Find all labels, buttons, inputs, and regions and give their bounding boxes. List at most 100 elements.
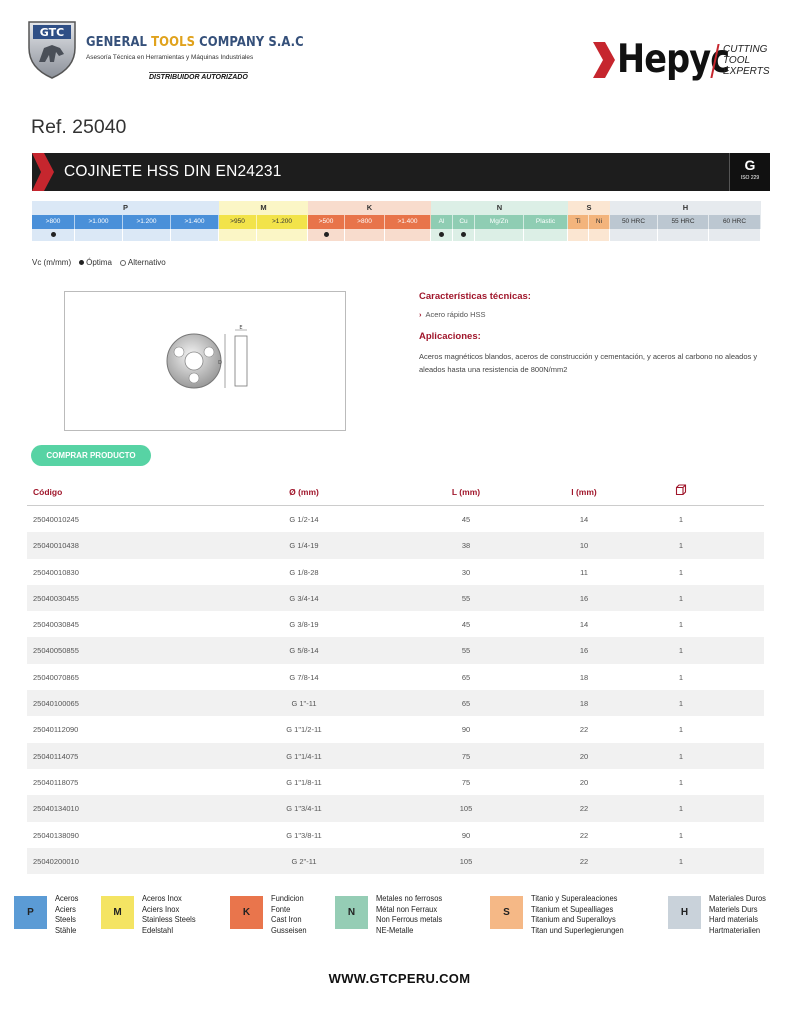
- legend-text: Metales no ferrosos Métal non Ferraux Non …: [376, 894, 442, 936]
- legend-line: Materiels Durs: [709, 904, 758, 914]
- legend-line: NE-Metalle: [376, 925, 414, 935]
- legend-text: Aceros Aciers Steels Stähle: [55, 894, 78, 936]
- cell-length: 38: [461, 541, 471, 551]
- table-row[interactable]: 25040138090 G 1"3/8-11 90 22 1: [27, 822, 764, 848]
- material-rating-s-1: [589, 229, 610, 241]
- brand-logo: Hepyc CUTTING TOOL EXPERTS: [593, 38, 778, 84]
- specs-title: Características técnicas:: [419, 291, 531, 302]
- material-rating-h-0: [610, 229, 658, 241]
- material-rating-n-1: [453, 229, 475, 241]
- cell-code: 25040030845: [33, 620, 79, 630]
- legend-line: Hartmaterialien: [709, 925, 761, 935]
- material-rating-k-1: [345, 229, 385, 241]
- cell-code: 25040138090: [33, 830, 79, 840]
- material-rating-k-2: [385, 229, 431, 241]
- cell-diameter: G 1"1/4-11: [286, 751, 322, 761]
- legend-swatch: S: [490, 896, 523, 929]
- cell-code: 25040100065: [33, 699, 79, 709]
- material-group-k: K: [308, 201, 431, 215]
- legend-line: Edelstahl: [142, 925, 173, 935]
- legend-text: Materiales Duros Materiels Durs Hard mater…: [709, 894, 766, 936]
- material-sub-p-1: >1.000: [75, 215, 123, 229]
- legend-line: Materiales Duros: [709, 894, 766, 903]
- cell-package: 1: [678, 856, 684, 866]
- cell-code: 25040010245: [33, 515, 79, 524]
- material-legend: P Aceros Aciers Steels Stähle M Aceros Inox Aci…: [0, 893, 799, 943]
- legend-line: Fonte: [271, 904, 291, 914]
- cell-code: 25040010830: [33, 567, 79, 577]
- product-title-bar: COJINETE HSS DIN EN24231 G ISO 229: [32, 153, 770, 191]
- cell-package: 1: [678, 830, 684, 840]
- cell-length: 65: [461, 672, 471, 682]
- cell-length: 105: [459, 804, 473, 814]
- legend-line: Cast Iron: [271, 915, 302, 924]
- table-row[interactable]: 25040030845 G 3/8-19 45 14 1: [27, 611, 764, 637]
- table-row[interactable]: 25040010830 G 1/8-28 30 11 1: [27, 559, 764, 585]
- table-row[interactable]: 25040010245 G 1/2-14 45 14 1: [27, 506, 764, 532]
- alternative-circle-icon: [119, 259, 126, 266]
- company-subtitle: Asesoría Técnica en Herramientas y Máqui…: [86, 54, 254, 61]
- cell-diameter: G 1"-11: [291, 699, 317, 709]
- cell-diameter: G 1/8-28: [289, 567, 319, 577]
- table-row[interactable]: 25040200010 G 2"-11 105 22 1: [27, 847, 764, 875]
- legend-swatch: H: [668, 896, 701, 929]
- cell-diameter: G 1/2-14: [289, 515, 319, 524]
- cell-diameter: G 1"1/2-11: [286, 725, 322, 735]
- material-rating-p-0: [32, 229, 75, 241]
- material-rating-p-2: [123, 229, 171, 241]
- cell-length: 75: [461, 777, 471, 787]
- material-sub-s-1: Ni: [589, 215, 610, 229]
- material-rating-m-0: [219, 229, 257, 241]
- legend-swatch: M: [101, 896, 134, 929]
- company-logo: GTC GENERAL TOOLS COMPANY S.A.C Asesoría…: [22, 18, 304, 86]
- table-row[interactable]: 25040050855 G 5/8-14 55 16 1: [27, 637, 764, 664]
- cell-diameter: G 7/8-14: [289, 672, 319, 682]
- cell-code: 25040118075: [33, 777, 79, 787]
- applications-title: Aplicaciones:: [419, 331, 481, 342]
- product-reference: Ref. 25040: [31, 116, 127, 138]
- cell-package: 1: [678, 620, 684, 630]
- table-row[interactable]: 25040134010 G 1"3/4-11 105 22 1: [27, 795, 764, 822]
- legend-line: Aceros: [55, 894, 79, 903]
- cell-package: 1: [678, 699, 684, 709]
- table-row[interactable]: 25040112090 G 1"1/2-11 90 22 1: [27, 716, 764, 742]
- table-row[interactable]: 25040114075 G 1"1/4-11 75 20 1: [27, 742, 764, 769]
- material-sub-p-0: >800: [32, 215, 75, 229]
- header-diameter: Ø (mm): [289, 487, 319, 497]
- legend-text: Titanio y Superaleaciones Titanium et Sup…: [531, 894, 624, 936]
- material-rating-p-1: [75, 229, 123, 241]
- legend-line: Métal non Ferraux: [376, 904, 438, 914]
- red-chevron-icon: [32, 153, 54, 191]
- website-url[interactable]: WWW.GTCPERU.COM: [0, 971, 799, 986]
- table-row[interactable]: 25040070865 G 7/8-14 65 18 1: [27, 664, 764, 690]
- legend-swatch: K: [230, 896, 263, 929]
- table-row[interactable]: 25040100065 G 1"-11 65 18 1: [27, 690, 764, 717]
- legend-text: Fundicion Fonte Cast Iron Gusseisen: [271, 894, 307, 936]
- cell-code: 25040134010: [33, 804, 79, 814]
- material-sub-n-3: Plastic: [524, 215, 568, 229]
- cell-length: 90: [461, 830, 471, 840]
- legend-line: Metales no ferrosos: [376, 894, 443, 903]
- cell-length: 75: [461, 751, 471, 761]
- table-row[interactable]: 25040118075 G 1"1/8-11 75 20 1: [27, 769, 764, 795]
- cell-package: 1: [678, 751, 684, 761]
- material-sub-h-2: 60 HRC: [709, 215, 761, 229]
- cell-package: 1: [678, 567, 684, 577]
- table-row[interactable]: 25040030455 G 3/4-14 55 16 1: [27, 584, 764, 612]
- table-row[interactable]: 25040010438 G 1/4-19 38 10 1: [27, 532, 764, 559]
- die-drawing-icon: D E: [166, 325, 248, 389]
- cell-code: 25040114075: [33, 751, 79, 761]
- legend-line: Titanium and Superalloys: [531, 915, 616, 924]
- buy-product-button[interactable]: COMPRAR PRODUCTO: [31, 445, 151, 466]
- cell-length: 105: [459, 856, 473, 866]
- cell-length: 55: [461, 593, 471, 603]
- cell-diameter: G 2"-11: [291, 856, 317, 866]
- cell-diameter: G 1"3/4-11: [286, 804, 322, 814]
- technical-specs: Características técnicas: › Acero rápido …: [419, 291, 769, 376]
- legend-line: Non Ferrous metals: [376, 915, 443, 924]
- package-icon: [675, 484, 687, 496]
- material-rating-p-3: [171, 229, 219, 241]
- cell-code: 25040070865: [33, 672, 79, 682]
- material-sub-k-1: >800: [345, 215, 385, 229]
- legend-line: Hard materials: [709, 915, 758, 924]
